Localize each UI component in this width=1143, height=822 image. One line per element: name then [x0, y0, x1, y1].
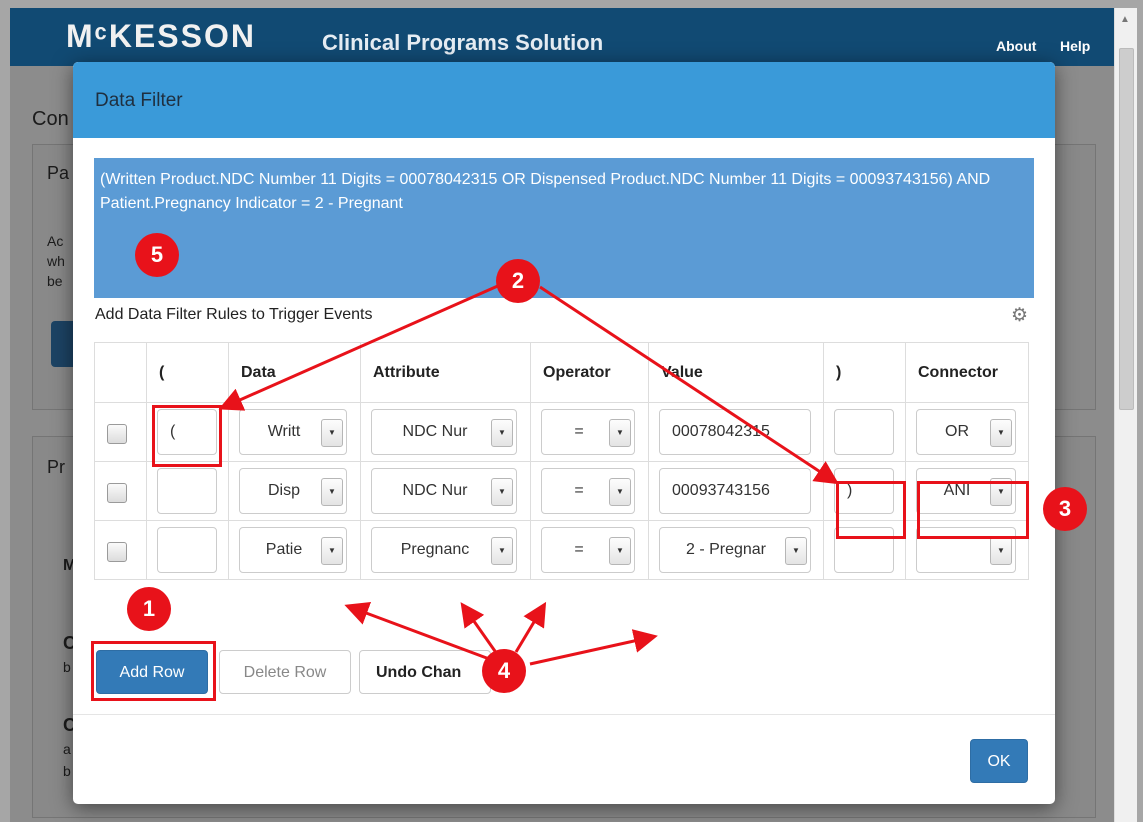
annotation-badge-4: 4 — [482, 649, 526, 693]
annotation-badge-3: 3 — [1043, 487, 1087, 531]
annotation-badge-5: 5 — [135, 233, 179, 277]
arrow-to-attribute-select — [460, 602, 499, 655]
arrow-to-open-paren — [218, 283, 501, 411]
annotation-badge-1: 1 — [127, 587, 171, 631]
arrow-to-operator-select — [514, 601, 547, 653]
annotation-arrows — [218, 283, 840, 666]
arrow-to-value-select — [529, 629, 658, 666]
annotation-badge-2: 2 — [496, 259, 540, 303]
arrow-to-close-paren — [539, 285, 840, 485]
